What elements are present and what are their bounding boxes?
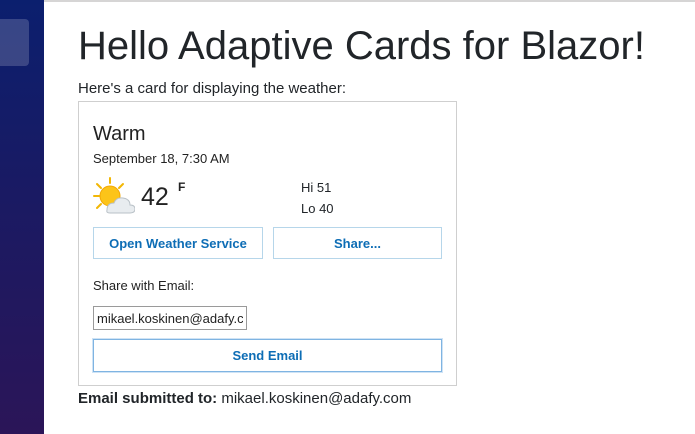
card-date: September 18, 7:30 AM	[93, 151, 230, 166]
intro-text: Here's a card for displaying the weather…	[78, 80, 347, 97]
send-email-button[interactable]: Send Email	[93, 339, 442, 372]
sidebar	[0, 0, 44, 434]
submission-label: Email submitted to:	[78, 390, 218, 407]
open-weather-service-button[interactable]: Open Weather Service	[93, 227, 263, 259]
share-button[interactable]: Share...	[273, 227, 442, 259]
partly-sunny-icon	[93, 177, 135, 214]
share-email-label: Share with Email:	[93, 278, 195, 293]
submitted-email: mikael.koskinen@adafy.com	[221, 390, 412, 407]
sidebar-nav-tile[interactable]	[0, 19, 29, 66]
weather-card: Warm September 18, 7:30 AM 42 F Hi 51 Lo…	[78, 101, 457, 386]
temperature-value: 42	[141, 183, 169, 211]
email-input[interactable]	[93, 306, 247, 330]
submission-result: Email submitted to: mikael.koskinen@adaf…	[78, 390, 411, 408]
high-temperature: Hi 51	[301, 180, 332, 195]
page-title: Hello Adaptive Cards for Blazor!	[78, 24, 645, 68]
top-divider	[44, 0, 695, 2]
card-title: Warm	[93, 123, 146, 145]
low-temperature: Lo 40	[301, 201, 334, 216]
temperature-unit: F	[178, 180, 186, 194]
